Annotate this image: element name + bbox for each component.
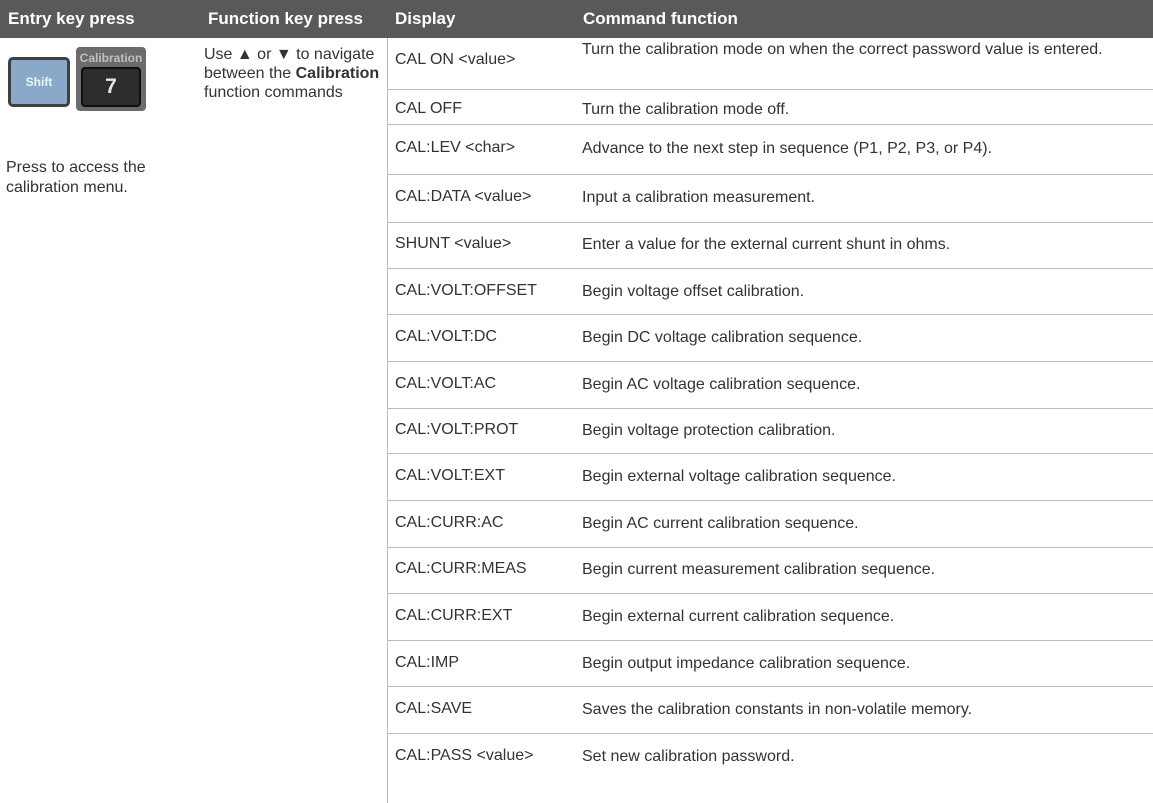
display-cell: CAL:CURR:MEAS (395, 560, 527, 577)
table-row: CAL:CURR:MEAS Begin current measurement c… (387, 547, 1153, 594)
entry-note: Press to access the calibration menu. (6, 159, 146, 196)
header-command-function: Command function (583, 9, 738, 28)
table-row: CAL OFF Turn the calibration mode off. (387, 89, 1153, 125)
table-row: CAL ON <value> Turn the calibration mode … (387, 38, 1153, 89)
table-row: CAL:VOLT:DC Begin DC voltage calibration … (387, 314, 1153, 362)
command-function-cell: Begin voltage offset calibration. (582, 283, 805, 300)
display-cell: CAL:CURR:EXT (395, 607, 513, 624)
display-cell: CAL:VOLT:PROT (395, 421, 519, 438)
calibration-caption: Calibration (79, 51, 143, 65)
display-cell: CAL:VOLT:OFFSET (395, 282, 537, 299)
display-cell: CAL ON <value> (395, 51, 516, 68)
table-row: CAL:DATA <value> Input a calibration meas… (387, 174, 1153, 223)
function-note-after: function commands (204, 84, 343, 101)
command-function-cell: Enter a value for the external current s… (582, 236, 951, 253)
entry-keys: Shift Calibration 7 (8, 47, 194, 113)
command-function-cell: Begin AC current calibration sequence. (582, 515, 859, 532)
table-row: CAL:VOLT:PROT Begin voltage protection ca… (387, 408, 1153, 454)
display-cell: CAL:PASS <value> (395, 747, 534, 764)
table-row: CAL:CURR:EXT Begin external current calib… (387, 593, 1153, 641)
display-cell: CAL:IMP (395, 654, 460, 671)
shift-key-image: Shift (8, 57, 70, 107)
seven-key-label: 7 (81, 67, 141, 107)
table-row: CAL:SAVE Saves the calibration constants … (387, 686, 1153, 734)
table-row: CAL:LEV <char> Advance to the next step i… (387, 124, 1153, 175)
table-header: Entry key press Function key press Displ… (0, 0, 1153, 38)
command-function-cell: Begin current measurement calibration se… (582, 561, 936, 578)
command-function-cell: Turn the calibration mode off. (582, 101, 790, 118)
display-cell: CAL:VOLT:EXT (395, 467, 505, 484)
header-display: Display (395, 9, 456, 28)
command-function-cell: Advance to the next step in sequence (P1… (582, 140, 993, 157)
table-row: CAL:IMP Begin output impedance calibratio… (387, 640, 1153, 687)
display-cell: CAL:SAVE (395, 700, 473, 717)
command-function-cell: Begin output impedance calibration seque… (582, 655, 911, 672)
display-cell: CAL:CURR:AC (395, 514, 504, 531)
command-function-cell: Input a calibration measurement. (582, 189, 816, 206)
display-cell: CAL:DATA <value> (395, 188, 532, 205)
command-function-cell: Begin external voltage calibration seque… (582, 468, 896, 485)
command-function-cell: Begin external current calibration seque… (582, 608, 895, 625)
table-row: CAL:VOLT:OFFSET Begin voltage offset cali… (387, 268, 1153, 315)
header-entry-key-press: Entry key press (8, 9, 135, 28)
command-function-cell: Set new calibration password. (582, 748, 795, 765)
table-row: CAL:VOLT:EXT Begin external voltage calib… (387, 453, 1153, 501)
table-row: CAL:PASS <value> Set new calibration pass… (387, 733, 1153, 781)
command-function-cell: Begin AC voltage calibration sequence. (582, 376, 861, 393)
display-cell: SHUNT <value> (395, 235, 512, 252)
display-cell: CAL:LEV <char> (395, 139, 516, 156)
table-row: CAL:VOLT:AC Begin AC voltage calibration … (387, 361, 1153, 409)
display-cell: CAL OFF (395, 100, 462, 117)
function-note: Use ▲ or ▼ to navigate between the Calib… (204, 45, 384, 102)
shift-key-label: Shift (25, 75, 53, 89)
calibration-7-key-image: Calibration 7 (76, 47, 146, 111)
display-cell: CAL:VOLT:DC (395, 328, 497, 345)
table-row: CAL:CURR:AC Begin AC current calibration … (387, 500, 1153, 548)
command-function-cell: Begin voltage protection calibration. (582, 422, 836, 439)
header-function-key-press: Function key press (208, 9, 363, 28)
command-function-cell: Saves the calibration constants in non-v… (582, 701, 973, 718)
command-function-cell: Begin DC voltage calibration sequence. (582, 329, 863, 346)
display-cell: CAL:VOLT:AC (395, 375, 497, 392)
command-function-cell: Turn the calibration mode on when the co… (582, 41, 1103, 58)
function-note-bold: Calibration (295, 65, 380, 82)
table-row: SHUNT <value> Enter a value for the exter… (387, 222, 1153, 269)
